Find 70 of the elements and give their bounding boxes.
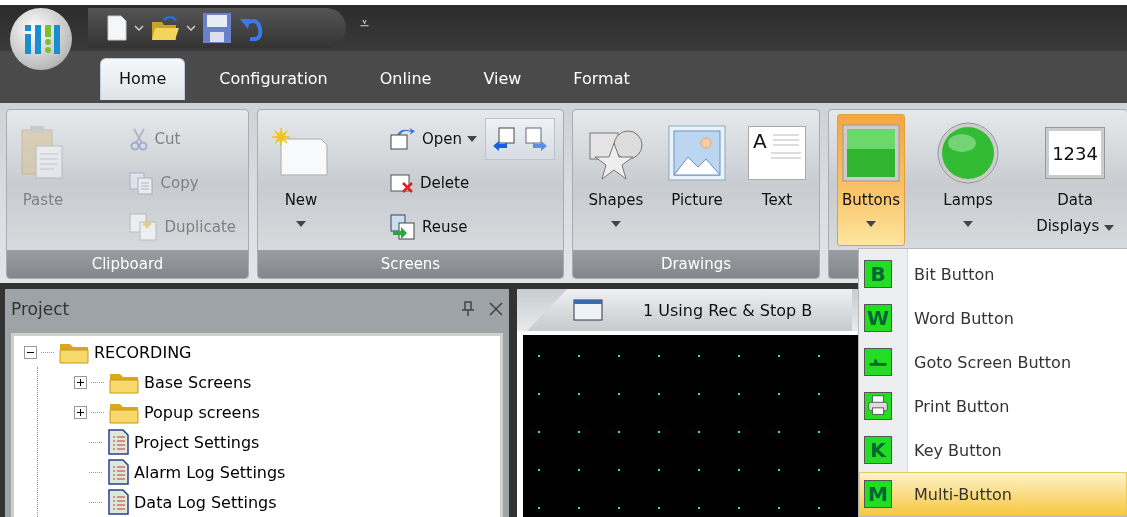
arrow-right-icon: [523, 126, 549, 152]
duplicate-icon: [127, 212, 160, 242]
open-screen-icon: [388, 127, 417, 151]
plus-icon: [76, 377, 85, 387]
ribbon-tab[interactable]: Configuration: [201, 58, 346, 100]
ribbon-button[interactable]: Picture: [663, 114, 731, 246]
panel-title: Project: [11, 299, 71, 319]
menu-item[interactable]: B Bit Button: [859, 252, 1127, 296]
letter-badge-icon: M: [864, 480, 892, 508]
chevron-down-icon[interactable]: [186, 25, 196, 31]
collapse-toggle[interactable]: [24, 345, 37, 359]
window-icon: [573, 299, 603, 321]
push-button-icon: [842, 124, 901, 182]
ribbon-button[interactable]: Lamps: [931, 114, 1006, 246]
tree-item-label[interactable]: RECORDING: [94, 342, 192, 362]
customize-toolbar-glyph[interactable]: ⩡: [360, 14, 369, 33]
menu-item[interactable]: K Key Button: [859, 428, 1127, 472]
new-page-icon: [271, 127, 331, 179]
folder-icon[interactable]: [150, 14, 180, 42]
ribbon-tab[interactable]: Home: [100, 58, 186, 100]
icon-letter: A: [753, 131, 767, 151]
ribbon-button[interactable]: Delete: [384, 162, 474, 204]
printer-icon: [864, 392, 892, 420]
group-label: Drawings: [573, 250, 819, 278]
arrow-left-icon: [491, 126, 517, 152]
ribbon-button[interactable]: A Text: [743, 114, 811, 246]
clipboard-icon: [20, 124, 66, 182]
tree-item-label[interactable]: Alarm Log Settings: [134, 462, 286, 482]
letter-badge-icon: K: [864, 436, 892, 464]
lines-icon: [770, 131, 801, 161]
ribbon-button[interactable]: Open: [384, 118, 481, 160]
document-tab-title: 1 Using Rec & Stop B: [643, 300, 813, 320]
ribbon-button[interactable]: New: [266, 114, 336, 246]
numeric-display-icon: 1234: [1046, 128, 1105, 178]
tree-item-label[interactable]: Project Settings: [134, 432, 260, 452]
settings-document-icon: [106, 489, 130, 515]
tree-item-label[interactable]: Data Log Settings: [134, 492, 277, 512]
expand-toggle[interactable]: [74, 375, 87, 389]
picture-icon: [668, 125, 726, 181]
ribbon-tab[interactable]: Format: [555, 58, 648, 100]
ribbon-button[interactable]: Reuse: [384, 206, 472, 248]
menu-item[interactable]: M Multi-Button: [859, 472, 1127, 516]
ribbon-button[interactable]: Buttons: [837, 114, 906, 246]
document-tab[interactable]: 1 Using Rec & Stop B: [527, 289, 853, 331]
settings-document-icon: [106, 459, 130, 485]
settings-document-icon: [106, 429, 130, 455]
group-label: Clipboard: [7, 250, 248, 278]
save-icon[interactable]: [202, 12, 232, 44]
menu-item[interactable]: Goto Screen Button: [859, 340, 1127, 384]
ribbon-tab[interactable]: View: [465, 58, 540, 100]
menu-item[interactable]: Print Button: [859, 384, 1127, 428]
letter-badge-icon: B: [864, 260, 892, 288]
tree-item-label[interactable]: Popup screens: [144, 402, 260, 422]
copy-icon: [127, 171, 156, 195]
pin-icon[interactable]: [461, 301, 475, 317]
plus-icon: [76, 407, 85, 417]
letter-badge-icon: W: [864, 304, 892, 332]
delete-screen-icon: [388, 171, 415, 195]
reuse-screen-icon: [388, 213, 417, 241]
ribbon-button[interactable]: Shapes: [581, 114, 651, 246]
group-label: Screens: [258, 250, 563, 278]
tree-item-label[interactable]: Base Screens: [144, 372, 252, 392]
chevron-down-icon[interactable]: [134, 25, 144, 31]
ribbon-button[interactable]: 1234 Data Displays: [1031, 114, 1119, 246]
lamp-icon: [936, 121, 1001, 185]
menu-item[interactable]: W Word Button: [859, 296, 1127, 340]
ribbon-tab[interactable]: Online: [361, 58, 450, 100]
new-file-icon[interactable]: [106, 14, 128, 42]
close-icon[interactable]: [489, 302, 503, 316]
expand-toggle[interactable]: [74, 405, 87, 419]
